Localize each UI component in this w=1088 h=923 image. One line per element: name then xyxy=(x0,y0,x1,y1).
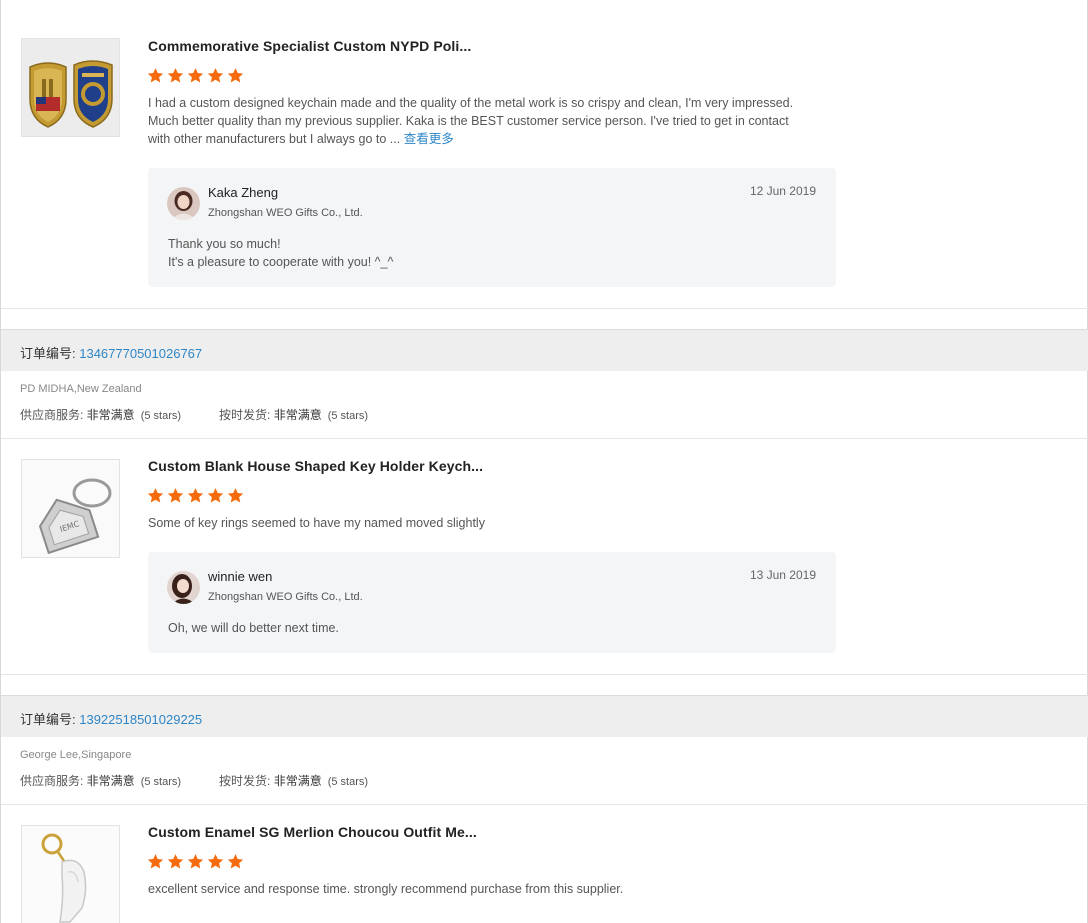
divider xyxy=(1,804,1088,805)
police-badge-image xyxy=(22,39,119,136)
divider xyxy=(1,438,1088,439)
order-header: 订单编号: 13922518501029225 xyxy=(1,695,1088,737)
supplier-reply: winnie wen Zhongshan WEO Gifts Co., Ltd.… xyxy=(148,552,836,653)
supplier-service-value: 非常满意 xyxy=(86,774,135,788)
order-number-link[interactable]: 13467770501026767 xyxy=(79,346,202,361)
star-icon xyxy=(147,854,164,869)
review-text: Some of key rings seemed to have my name… xyxy=(148,516,485,530)
star-icon xyxy=(167,68,184,83)
star-icon xyxy=(147,488,164,503)
reviews-page: Commemorative Specialist Custom NYPD Pol… xyxy=(0,0,1088,923)
star-rating xyxy=(147,487,244,504)
product-thumbnail[interactable] xyxy=(21,825,120,923)
order-number-row: 订单编号: 13467770501026767 xyxy=(20,343,202,362)
shipment-stars: (5 stars) xyxy=(327,776,369,788)
order-ratings: 供应商服务: 非常满意 (5 stars) 按时发货: 非常满意 (5 stars) xyxy=(20,406,368,423)
order-number-label: 订单编号: xyxy=(20,712,80,727)
product-title[interactable]: Commemorative Specialist Custom NYPD Pol… xyxy=(148,38,471,54)
avatar xyxy=(167,571,200,604)
shipment-value: 非常满意 xyxy=(273,774,322,788)
shipment-stars: (5 stars) xyxy=(327,410,369,422)
reply-author-name: Kaka Zheng xyxy=(208,185,279,200)
product-thumbnail[interactable] xyxy=(21,38,120,137)
shipment-value: 非常满意 xyxy=(273,408,322,422)
review-body: I had a custom designed keychain made an… xyxy=(148,96,794,146)
supplier-service-stars: (5 stars) xyxy=(140,776,182,788)
order-number-row: 订单编号: 13922518501029225 xyxy=(20,709,202,728)
review-text: excellent service and response time. str… xyxy=(148,882,624,896)
star-icon xyxy=(207,488,224,503)
reply-company: Zhongshan WEO Gifts Co., Ltd. xyxy=(208,591,363,603)
divider xyxy=(1,674,1088,675)
reply-company: Zhongshan WEO Gifts Co., Ltd. xyxy=(208,207,363,219)
star-icon xyxy=(227,68,244,83)
order-ratings: 供应商服务: 非常满意 (5 stars) 按时发货: 非常满意 (5 stars) xyxy=(20,772,368,789)
star-icon xyxy=(167,854,184,869)
star-icon xyxy=(187,68,204,83)
star-icon xyxy=(227,488,244,503)
person-avatar-icon xyxy=(167,187,200,220)
star-rating xyxy=(147,67,244,84)
supplier-service-label: 供应商服务: xyxy=(20,408,87,422)
reply-date: 12 Jun 2019 xyxy=(749,184,816,198)
reply-author-name: winnie wen xyxy=(208,569,273,584)
reply-date: 13 Jun 2019 xyxy=(749,568,816,582)
star-rating xyxy=(147,853,244,870)
star-icon xyxy=(187,488,204,503)
supplier-service-label: 供应商服务: xyxy=(20,774,87,788)
see-more-link[interactable]: 查看更多 xyxy=(404,132,454,146)
supplier-service-value: 非常满意 xyxy=(86,408,135,422)
supplier-reply: Kaka Zheng Zhongshan WEO Gifts Co., Ltd.… xyxy=(148,168,836,287)
order-number-link[interactable]: 13922518501029225 xyxy=(79,712,202,727)
person-avatar-icon xyxy=(167,571,200,604)
star-icon xyxy=(147,68,164,83)
product-thumbnail[interactable]: IEMC xyxy=(21,459,120,558)
shipment-label: 按时发货: xyxy=(219,774,274,788)
star-icon xyxy=(227,854,244,869)
buyer-info: George Lee,Singapore xyxy=(20,749,132,761)
reply-text-line: Oh, we will do better next time. xyxy=(168,621,339,635)
keychain-image: IEMC xyxy=(22,460,119,557)
review-text: I had a custom designed keychain made an… xyxy=(148,94,798,148)
star-icon xyxy=(167,488,184,503)
star-icon xyxy=(187,854,204,869)
order-header: 订单编号: 13467770501026767 xyxy=(1,329,1088,371)
star-icon xyxy=(207,854,224,869)
product-title[interactable]: Custom Blank House Shaped Key Holder Key… xyxy=(148,458,483,474)
avatar xyxy=(167,187,200,220)
order-number-label: 订单编号: xyxy=(20,346,80,361)
merlion-keychain-image xyxy=(22,826,119,923)
supplier-service-stars: (5 stars) xyxy=(140,410,182,422)
star-icon xyxy=(207,68,224,83)
shipment-label: 按时发货: xyxy=(219,408,274,422)
divider xyxy=(1,308,1088,309)
product-title[interactable]: Custom Enamel SG Merlion Choucou Outfit … xyxy=(148,824,477,840)
reply-text-line: Thank you so much! xyxy=(168,237,281,251)
reply-text-line: It's a pleasure to cooperate with you! ^… xyxy=(168,255,394,269)
buyer-info: PD MIDHA,New Zealand xyxy=(20,383,142,395)
